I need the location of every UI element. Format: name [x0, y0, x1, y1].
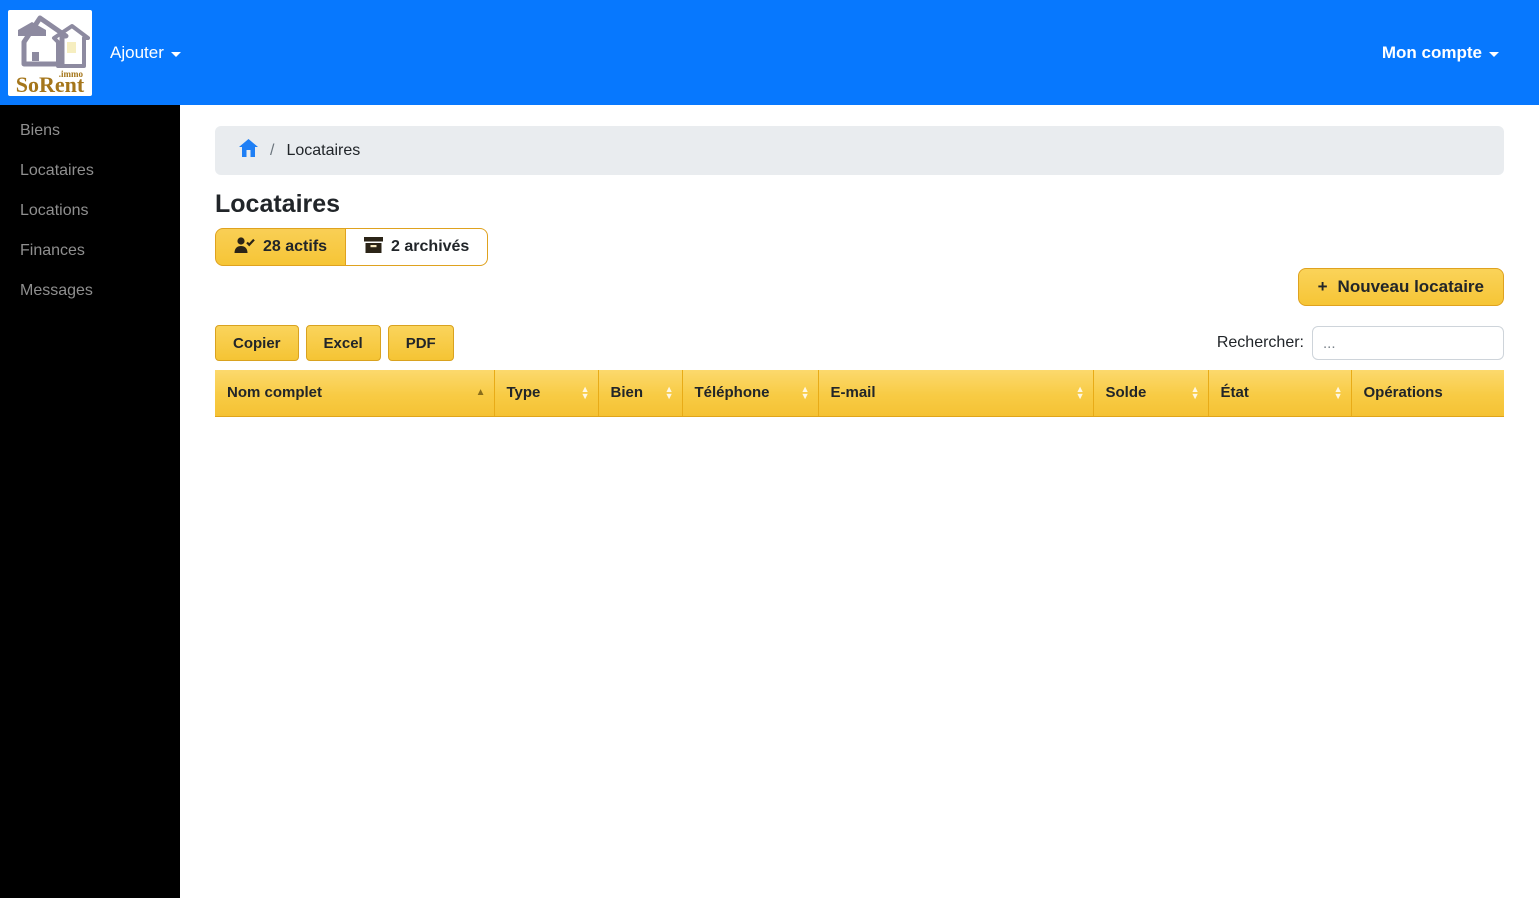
sidebar-item-locations[interactable]: Locations	[0, 191, 180, 231]
tab-archives-label: 2 archivés	[391, 238, 470, 255]
nav-mon-compte-dropdown[interactable]: Mon compte	[1382, 43, 1499, 63]
column-header-type[interactable]: Type ▲ ▼	[494, 370, 599, 417]
nav-ajouter-label: Ajouter	[110, 42, 164, 62]
search-input[interactable]	[1312, 326, 1504, 360]
column-label: État	[1220, 384, 1249, 402]
table-toolbar: Copier Excel PDF Rechercher:	[215, 325, 1504, 361]
caret-down-icon	[1489, 51, 1499, 57]
column-label: Bien	[610, 384, 644, 402]
column-label: Type	[506, 384, 541, 402]
home-icon	[239, 139, 258, 162]
sort-both-icon: ▲ ▼	[580, 383, 590, 401]
new-tenant-label: Nouveau locataire	[1337, 277, 1484, 296]
sidebar-item-locataires[interactable]: Locataires	[0, 151, 180, 191]
column-label: Nom complet	[227, 384, 323, 402]
tenants-table: Nom complet ▲ Type ▲ ▼ Bien ▲ ▼ Téléphone ▲ ▼ E-mai…	[215, 370, 1504, 417]
nav-ajouter-dropdown[interactable]: Ajouter	[110, 43, 181, 63]
plus-icon: +	[1317, 277, 1328, 296]
search-area: Rechercher:	[1217, 326, 1504, 360]
search-label: Rechercher:	[1216, 334, 1304, 351]
sidebar-item-biens[interactable]: Biens	[0, 111, 180, 151]
person-check-icon	[234, 236, 255, 258]
breadcrumb-current: Locataires	[286, 141, 361, 159]
column-header--tat[interactable]: État ▲ ▼	[1208, 370, 1352, 417]
sort-both-icon: ▲ ▼	[800, 383, 810, 401]
sidebar-item-messages[interactable]: Messages	[0, 271, 180, 311]
sort-both-icon: ▲ ▼	[1333, 383, 1343, 401]
sort-both-icon: ▲ ▼	[1075, 383, 1085, 401]
column-label: Solde	[1105, 384, 1147, 402]
main-content: / Locataires Locataires 28 actifs 2 arch…	[180, 105, 1539, 898]
excel-export-button[interactable]: Excel	[305, 325, 381, 361]
tenant-filter-tabs: 28 actifs 2 archivés	[215, 228, 489, 266]
sort-both-icon: ▲ ▼	[1190, 383, 1200, 401]
column-header-op-rations: Opérations	[1351, 370, 1504, 417]
breadcrumb-separator: /	[270, 141, 275, 159]
column-header-bien[interactable]: Bien ▲ ▼	[598, 370, 683, 417]
page-title: Locataires	[215, 190, 341, 218]
column-header-t-l-phone[interactable]: Téléphone ▲ ▼	[682, 370, 819, 417]
column-label: E-mail	[830, 384, 876, 402]
sort-both-icon: ▲ ▼	[664, 383, 674, 401]
brand-name: SoRent	[15, 71, 85, 96]
column-header-nom-complet[interactable]: Nom complet ▲	[215, 370, 495, 417]
pdf-export-button[interactable]: PDF	[387, 325, 454, 361]
column-header-solde[interactable]: Solde ▲ ▼	[1093, 370, 1209, 417]
brand-logo[interactable]: .immo SoRent	[8, 9, 92, 96]
tab-actifs[interactable]: 28 actifs	[215, 228, 347, 266]
tab-archives[interactable]: 2 archivés	[346, 228, 489, 266]
tab-actifs-label: 28 actifs	[263, 238, 328, 255]
nav-mon-compte-label: Mon compte	[1381, 42, 1482, 62]
caret-down-icon	[170, 51, 181, 57]
app-window: .immo SoRent Ajouter Mon compte Biens Loc…	[0, 0, 1539, 898]
column-header-e-mail[interactable]: E-mail ▲ ▼	[818, 370, 1094, 417]
new-tenant-button[interactable]: + Nouveau locataire	[1297, 268, 1504, 306]
breadcrumb: / Locataires	[215, 126, 1504, 175]
sidebar-nav: Biens Locataires Locations Finances Messages	[0, 105, 180, 898]
column-label: Opérations	[1363, 384, 1443, 402]
top-navbar: .immo SoRent Ajouter Mon compte	[0, 0, 1539, 105]
column-label: Téléphone	[694, 384, 770, 402]
breadcrumb-home-link[interactable]	[239, 139, 258, 162]
sidebar-item-finances[interactable]: Finances	[0, 231, 180, 271]
sort-ascending-icon: ▲	[475, 387, 486, 399]
table-header: Nom complet ▲ Type ▲ ▼ Bien ▲ ▼ Téléphone ▲ ▼ E-mai…	[215, 370, 1504, 417]
export-buttons: Copier Excel PDF	[215, 325, 454, 361]
copier-export-button[interactable]: Copier	[215, 325, 299, 361]
archive-box-icon	[364, 236, 384, 258]
